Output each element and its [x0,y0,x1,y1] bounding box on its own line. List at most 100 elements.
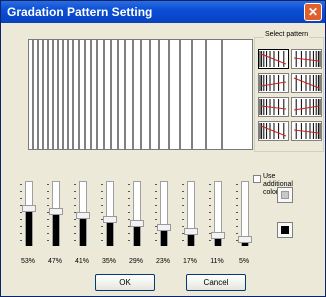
gradation-pattern-icon [259,75,287,91]
slider-thumb[interactable] [22,205,36,212]
slider-tick [47,226,49,227]
slider-tick [236,219,238,220]
pattern-option-4[interactable] [291,73,322,93]
slider-thumb[interactable] [49,208,63,215]
slider-thumb[interactable] [103,216,117,223]
slider-tick [209,240,211,241]
gradation-pattern-icon [293,99,321,115]
dialog-title: Gradation Pattern Setting [7,5,153,19]
pattern-option-5[interactable] [258,97,289,117]
slider-thumb[interactable] [211,232,225,239]
slider-tick [209,212,211,213]
slider-tick [128,198,130,199]
gradation-slider[interactable] [17,181,39,246]
slider-tick [47,191,49,192]
slider-tick [236,198,238,199]
slider-thumb[interactable] [184,228,198,235]
gradation-slider[interactable] [71,181,93,246]
slider-tick [47,184,49,185]
slider-tick [155,233,157,234]
slider-tick [236,184,238,185]
pattern-option-6[interactable] [291,97,322,117]
main-color-button[interactable] [277,222,293,238]
slider-tick [128,240,130,241]
gradation-pattern-icon [259,123,287,139]
slider-percent-label: 17% [182,258,197,265]
slider-tick [209,191,211,192]
gradation-pattern-icon [259,51,287,67]
slider-tick [182,191,184,192]
slider-tick [74,198,76,199]
gradation-slider[interactable] [206,181,228,246]
slider-thumb[interactable] [157,224,171,231]
gradation-slider[interactable] [98,181,120,246]
slider-tick [128,212,130,213]
slider-percent-label: 35% [101,258,116,265]
slider-tick [20,184,22,185]
slider-tick [128,191,130,192]
pattern-option-3[interactable] [258,73,289,93]
slider-tick [209,226,211,227]
slider-percent-label: 47% [47,258,62,265]
slider-fill [188,235,194,246]
slider-percent-label: 41% [74,258,89,265]
use-additional-color-checkbox[interactable] [253,175,261,183]
slider-tick [155,240,157,241]
slider-tick [182,212,184,213]
slider-tick [20,219,22,220]
slider-tick [209,219,211,220]
slider-thumb[interactable] [76,212,90,219]
slider-tick [20,198,22,199]
slider-thumb[interactable] [130,220,144,227]
slider-thumb[interactable] [238,236,252,243]
gradation-preview [28,39,253,150]
select-pattern-label: Select pattern [264,31,310,38]
slider-tick [74,226,76,227]
gradation-slider[interactable] [152,181,174,246]
close-icon[interactable]: ✕ [304,3,322,21]
gradation-slider[interactable] [179,181,201,246]
additional-color-button[interactable] [277,187,293,203]
slider-tick [182,226,184,227]
gradation-slider[interactable] [44,181,66,246]
gradation-sliders [17,181,257,246]
slider-tick [20,233,22,234]
preview-stripes [32,40,223,149]
pattern-option-8[interactable] [291,121,322,141]
slider-tick [182,219,184,220]
gradation-slider[interactable] [233,181,255,246]
pattern-option-2[interactable] [291,49,322,69]
slider-tick [74,205,76,206]
slider-percent-label: 29% [128,258,143,265]
slider-fill [161,231,167,246]
black-swatch-icon [281,226,289,234]
slider-tick [128,205,130,206]
slider-tick [128,184,130,185]
pattern-option-7[interactable] [258,121,289,141]
slider-tick [47,233,49,234]
slider-tick [20,191,22,192]
slider-tick [209,198,211,199]
title-bar[interactable]: Gradation Pattern Setting ✕ [1,1,325,23]
slider-tick [101,198,103,199]
slider-tick [236,212,238,213]
slider-tick [47,219,49,220]
cancel-button[interactable]: Cancel [186,274,246,291]
gradation-pattern-icon [293,75,321,91]
slider-tick [20,240,22,241]
slider-tick [101,184,103,185]
slider-tick [155,191,157,192]
slider-tick [101,240,103,241]
gray-swatch-icon [281,191,289,199]
ok-button[interactable]: OK [95,274,155,291]
gradation-pattern-icon [293,123,321,139]
dialog-window: Gradation Pattern Setting ✕ Select patte… [0,0,326,297]
slider-percent-label: 23% [155,258,170,265]
slider-tick [101,233,103,234]
gradation-pattern-icon [259,99,287,115]
gradation-slider[interactable] [125,181,147,246]
slider-fill [107,223,113,246]
pattern-option-1[interactable] [258,49,289,69]
slider-fill [80,219,86,246]
slider-tick [182,240,184,241]
